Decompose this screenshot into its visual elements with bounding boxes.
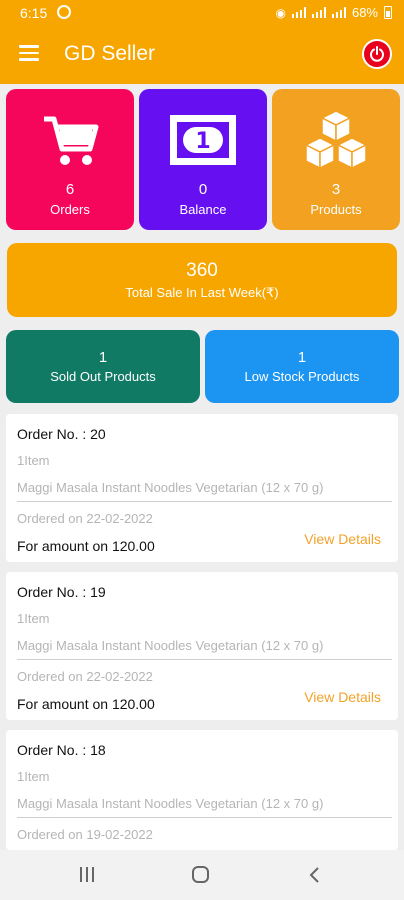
products-tile[interactable]: 3 Products bbox=[272, 89, 400, 230]
order-card[interactable]: Order No. : 18 1Item Maggi Masala Instan… bbox=[6, 730, 398, 850]
order-date: Ordered on 19-02-2022 bbox=[17, 827, 153, 842]
order-amount: For amount on 120.00 bbox=[17, 696, 155, 712]
whatsapp-icon bbox=[57, 5, 71, 19]
orders-count: 6 bbox=[65, 181, 75, 198]
order-card[interactable]: Order No. : 20 1Item Maggi Masala Instan… bbox=[6, 414, 398, 562]
power-icon bbox=[370, 46, 384, 62]
cart-icon bbox=[44, 116, 99, 165]
logout-button[interactable] bbox=[362, 39, 392, 69]
app-title: GD Seller bbox=[64, 42, 156, 65]
recent-apps-icon[interactable] bbox=[80, 867, 96, 883]
order-number: Order No. : 20 bbox=[17, 426, 106, 442]
wifi-signal-icon bbox=[331, 7, 346, 18]
menu-icon[interactable] bbox=[19, 45, 39, 61]
order-date: Ordered on 22-02-2022 bbox=[17, 511, 153, 526]
status-icons: ◉ 68% bbox=[275, 5, 392, 20]
home-icon[interactable] bbox=[192, 866, 209, 883]
order-item-count: 1Item bbox=[17, 453, 50, 468]
orders-label: Orders bbox=[50, 202, 90, 217]
sold-out-label: Sold Out Products bbox=[50, 369, 156, 384]
order-amount: For amount on 120.00 bbox=[17, 538, 155, 554]
order-product-name: Maggi Masala Instant Noodles Vegetarian … bbox=[17, 480, 324, 495]
battery-icon bbox=[384, 6, 392, 19]
low-stock-card[interactable]: 1 Low Stock Products bbox=[205, 330, 399, 403]
balance-tile[interactable]: 1 0 Balance bbox=[139, 89, 267, 230]
banknote-icon: 1 bbox=[170, 115, 236, 165]
products-label: Products bbox=[310, 202, 362, 217]
low-stock-count: 1 bbox=[297, 349, 307, 366]
svg-text:1: 1 bbox=[195, 129, 210, 154]
order-item-count: 1Item bbox=[17, 769, 50, 784]
order-number: Order No. : 18 bbox=[17, 742, 106, 758]
sold-out-count: 1 bbox=[98, 349, 108, 366]
order-number: Order No. : 19 bbox=[17, 584, 106, 600]
back-icon[interactable] bbox=[308, 867, 320, 883]
divider bbox=[17, 659, 392, 660]
status-bar: 6:15 ◉ 68% bbox=[0, 0, 404, 26]
signal-icon bbox=[291, 7, 306, 18]
order-item-count: 1Item bbox=[17, 611, 50, 626]
view-details-link[interactable]: View Details bbox=[304, 531, 381, 547]
weekly-sale-value: 360 bbox=[186, 260, 218, 281]
order-product-name: Maggi Masala Instant Noodles Vegetarian … bbox=[17, 796, 324, 811]
signal-icon-2 bbox=[311, 7, 326, 18]
divider bbox=[17, 501, 392, 502]
weekly-sale-card[interactable]: 360 Total Sale In Last Week(₹) bbox=[7, 243, 397, 317]
hotspot-icon: ◉ bbox=[275, 5, 286, 20]
sold-out-card[interactable]: 1 Sold Out Products bbox=[6, 330, 200, 403]
status-time: 6:15 bbox=[20, 5, 48, 21]
boxes-icon bbox=[304, 110, 368, 170]
view-details-link[interactable]: View Details bbox=[304, 689, 381, 705]
balance-value: 0 bbox=[198, 181, 208, 198]
balance-label: Balance bbox=[179, 202, 227, 217]
app-bar: GD Seller bbox=[0, 26, 404, 84]
orders-tile[interactable]: 6 Orders bbox=[6, 89, 134, 230]
order-card[interactable]: Order No. : 19 1Item Maggi Masala Instan… bbox=[6, 572, 398, 720]
system-nav-bar bbox=[0, 850, 404, 900]
battery-percent: 68% bbox=[351, 5, 378, 20]
divider bbox=[17, 817, 392, 818]
order-product-name: Maggi Masala Instant Noodles Vegetarian … bbox=[17, 638, 324, 653]
low-stock-label: Low Stock Products bbox=[244, 369, 360, 384]
weekly-sale-label: Total Sale In Last Week(₹) bbox=[125, 285, 279, 300]
order-date: Ordered on 22-02-2022 bbox=[17, 669, 153, 684]
products-count: 3 bbox=[331, 181, 341, 198]
